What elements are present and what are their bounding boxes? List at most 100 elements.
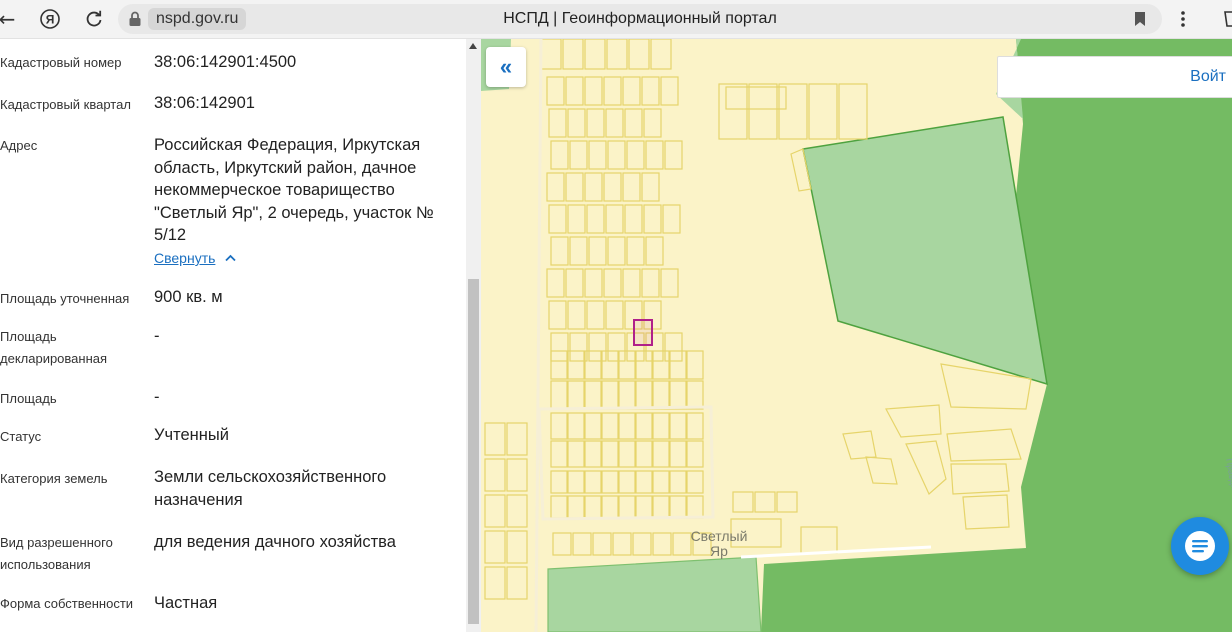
parcel[interactable] [606,39,628,70]
parcel[interactable] [686,412,704,440]
parcel[interactable] [605,204,624,234]
parcel[interactable] [484,422,506,456]
parcel[interactable] [584,495,602,519]
login-button[interactable]: Войт [1190,57,1226,97]
parcel[interactable] [567,440,585,468]
parcel[interactable] [506,566,528,600]
parcel[interactable] [624,204,643,234]
parcel[interactable] [732,491,754,513]
parcel[interactable] [586,300,605,330]
collapse-address-link[interactable]: Свернуть [154,250,237,266]
parcel[interactable] [550,332,569,362]
parcel[interactable] [506,530,528,564]
collapse-panel-button[interactable]: « [486,47,526,87]
parcel[interactable] [484,530,506,564]
parcel[interactable] [601,470,619,494]
parcel[interactable] [601,412,619,440]
parcel[interactable] [612,532,632,556]
parcel[interactable] [800,526,838,554]
parcel[interactable] [584,440,602,468]
selected-parcel[interactable] [633,319,653,346]
parcel[interactable] [484,494,506,528]
parcel[interactable] [643,204,662,234]
parcel[interactable] [567,470,585,494]
parcel[interactable] [548,108,567,138]
parcel[interactable] [552,532,572,556]
parcel[interactable] [567,380,585,410]
parcel[interactable] [808,83,838,140]
parcel[interactable] [550,495,568,519]
parcel[interactable] [664,332,683,362]
bookmark-icon[interactable] [1134,11,1146,27]
parcel[interactable] [622,268,641,298]
parcel[interactable] [567,204,586,234]
parcel[interactable] [652,495,670,519]
parcel[interactable] [607,140,626,170]
parcel[interactable] [645,140,664,170]
reload-icon[interactable] [81,6,107,32]
parcel[interactable] [601,440,619,468]
parcel[interactable] [605,300,624,330]
parcel[interactable] [567,495,585,519]
parcel[interactable] [618,380,636,410]
parcel[interactable] [645,236,664,266]
parcel[interactable] [603,268,622,298]
parcel[interactable] [588,236,607,266]
parcel[interactable] [567,108,586,138]
chat-button[interactable] [1171,517,1229,575]
parcel[interactable] [754,491,776,513]
parcel[interactable] [838,83,868,140]
parcel[interactable] [626,236,645,266]
parcel[interactable] [950,463,1010,495]
parcel[interactable] [618,412,636,440]
parcel[interactable] [565,76,584,106]
parcel[interactable] [618,470,636,494]
parcel[interactable] [584,268,603,298]
parcel[interactable] [565,172,584,202]
parcel[interactable] [776,491,798,513]
parcel[interactable] [584,172,603,202]
parcel[interactable] [662,204,681,234]
parcel[interactable] [652,412,670,440]
parcel[interactable] [624,108,643,138]
parcel[interactable] [652,350,670,380]
parcel[interactable] [607,236,626,266]
login-panel[interactable]: Войт [997,56,1232,98]
extension-icon[interactable] [1218,6,1232,32]
parcel[interactable] [946,428,1022,462]
parcel[interactable] [567,300,586,330]
parcel[interactable] [641,172,660,202]
parcel[interactable] [550,440,568,468]
panel-scrollbar[interactable] [466,39,481,632]
parcel[interactable] [652,470,670,494]
parcel[interactable] [635,440,653,468]
parcel[interactable] [569,140,588,170]
parcel[interactable] [601,380,619,410]
map-view[interactable]: Правди Светлый Яр « Войт [481,39,1232,632]
parcel[interactable] [584,76,603,106]
parcel[interactable] [664,140,683,170]
parcel[interactable] [586,108,605,138]
parcel[interactable] [562,39,584,70]
parcel[interactable] [572,532,592,556]
parcel[interactable] [626,140,645,170]
parcel[interactable] [669,470,687,494]
parcel[interactable] [635,380,653,410]
parcel[interactable] [669,380,687,410]
parcel[interactable] [669,350,687,380]
parcel[interactable] [618,495,636,519]
parcel[interactable] [550,470,568,494]
parcel[interactable] [686,380,704,410]
parcel[interactable] [669,412,687,440]
parcel[interactable] [546,172,565,202]
parcel[interactable] [550,140,569,170]
back-icon[interactable]: ← [0,6,20,32]
parcel[interactable] [686,440,704,468]
parcel[interactable] [506,494,528,528]
parcel[interactable] [628,39,650,70]
parcel[interactable] [885,404,942,438]
parcel[interactable] [650,39,672,70]
yandex-icon[interactable]: Я [37,6,63,32]
parcel[interactable] [641,76,660,106]
parcel[interactable] [540,39,562,70]
